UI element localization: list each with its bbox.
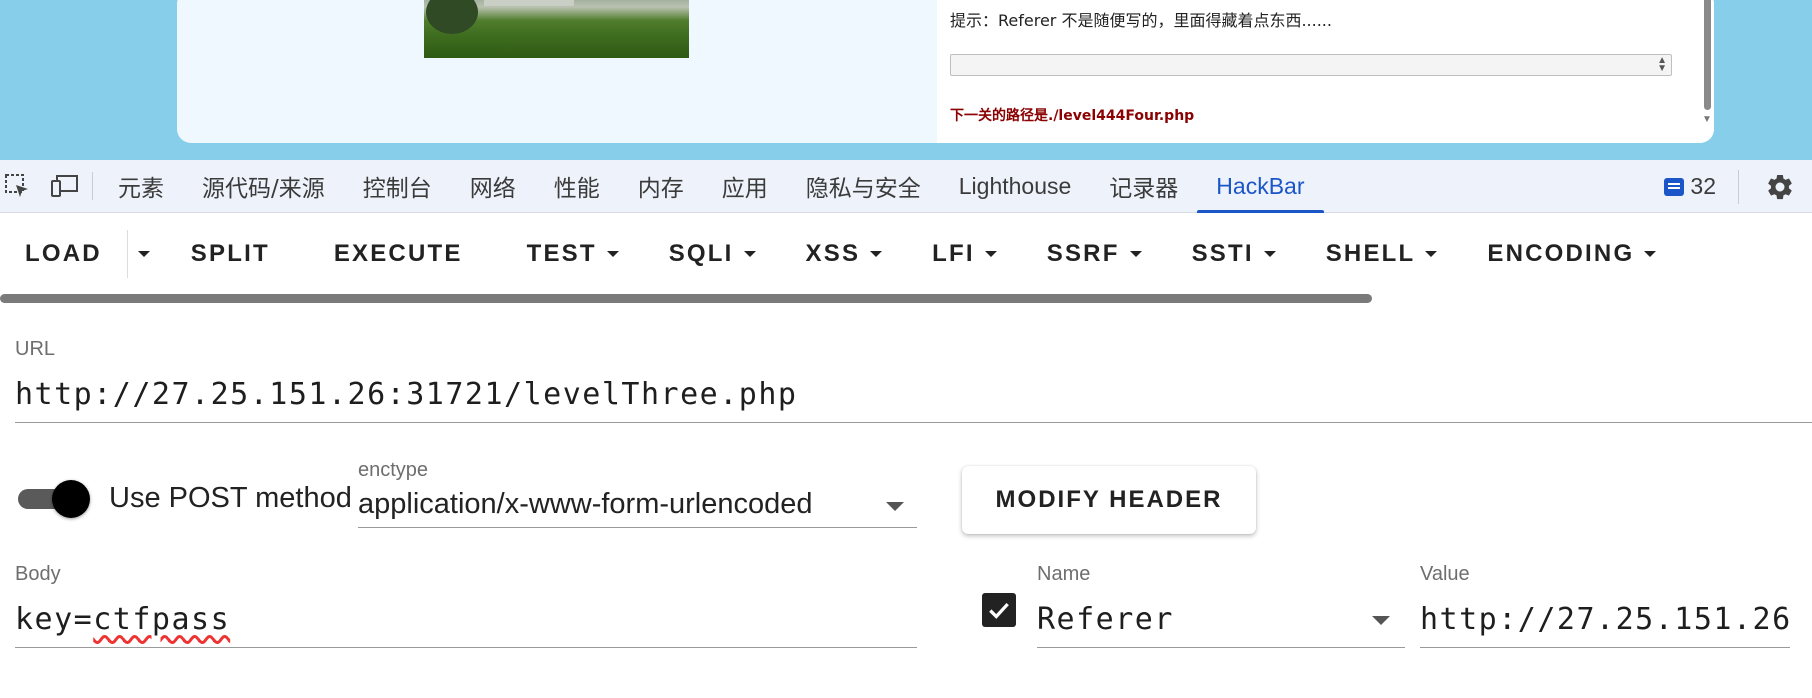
caret-down-icon	[606, 251, 619, 257]
tab-elements[interactable]: 元素	[99, 160, 183, 213]
spinner-arrows-icon: ▲ ▼	[1657, 55, 1667, 74]
enctype-label: enctype	[358, 459, 429, 481]
body-value-text: ctfpass	[93, 602, 231, 637]
tab-recorder[interactable]: 记录器	[1090, 160, 1197, 213]
tab-network[interactable]: 网络	[451, 160, 535, 213]
body-label: Body	[15, 563, 61, 585]
sqli-menu-button[interactable]: SQLI	[644, 230, 781, 278]
header-enabled-checkbox[interactable]	[982, 593, 1016, 627]
url-label: URL	[15, 338, 56, 360]
page-photo	[424, 0, 689, 58]
checkmark-icon	[989, 602, 1009, 619]
tab-performance[interactable]: 性能	[535, 160, 619, 213]
header-value-input[interactable]: http://27.25.151.26:31721/	[1420, 594, 1790, 638]
test-menu-button[interactable]: TEST	[488, 230, 644, 278]
header-name-select[interactable]: Referer	[1037, 602, 1174, 637]
scroll-down-icon[interactable]: ▼	[1702, 114, 1712, 125]
hint-panel: 提示：Referer 不是随便写的，里面得藏着点东西...... ▲ ▼ 下一关的…	[937, 0, 1714, 143]
lfi-menu-button[interactable]: LFI	[907, 230, 1022, 278]
next-path-text: 下一关的路径是./level444Four.php	[950, 108, 1195, 124]
tab-console[interactable]: 控制台	[344, 160, 451, 213]
execute-button[interactable]: EXECUTE	[295, 230, 488, 278]
tab-sources[interactable]: 源代码/来源	[183, 160, 344, 213]
header-value-label: Value	[1420, 563, 1470, 585]
tab-memory[interactable]: 内存	[619, 160, 703, 213]
caret-down-icon	[984, 251, 997, 257]
page-viewport: 提示：Referer 不是随便写的，里面得藏着点东西...... ▲ ▼ 下一关的…	[0, 0, 1812, 160]
caret-down-icon	[1129, 251, 1142, 257]
encoding-menu-button[interactable]: ENCODING	[1462, 230, 1681, 278]
page-scrollbar[interactable]: ▼	[1702, 0, 1712, 125]
header-value-text: http://27.25.151.26:31721/	[1420, 602, 1790, 637]
ssti-menu-button[interactable]: SSTI	[1167, 230, 1301, 278]
caret-down-icon	[870, 251, 883, 257]
post-method-toggle[interactable]	[18, 480, 90, 518]
xss-menu-button[interactable]: XSS	[781, 230, 908, 278]
caret-down-icon	[1263, 251, 1276, 257]
caret-down-icon	[1425, 251, 1438, 257]
settings-gear-icon[interactable]	[1738, 169, 1798, 204]
url-input[interactable]: http://27.25.151.26:31721/levelThree.php	[15, 377, 797, 412]
modify-header-button[interactable]: MODIFY HEADER	[962, 466, 1256, 534]
inspect-element-icon[interactable]	[2, 171, 32, 201]
tab-hackbar[interactable]: HackBar	[1197, 160, 1324, 213]
split-button[interactable]: SPLIT	[161, 230, 295, 278]
content-card: 提示：Referer 不是随便写的，里面得藏着点东西...... ▲ ▼ 下一关的…	[177, 0, 1714, 143]
enctype-dropdown-icon[interactable]	[886, 502, 904, 511]
shell-menu-button[interactable]: SHELL	[1301, 230, 1463, 278]
issues-count: 32	[1690, 173, 1716, 199]
device-toolbar-icon[interactable]	[50, 171, 80, 201]
post-method-label: Use POST method	[109, 482, 352, 514]
caret-down-icon	[1644, 251, 1657, 257]
hackbar-toolbar: LOAD SPLIT EXECUTE TEST SQLI XSS LFI SSR…	[0, 214, 1812, 294]
toolbar-scrollbar[interactable]	[0, 294, 1372, 303]
caret-down-icon	[138, 251, 151, 257]
enctype-select[interactable]: application/x-www-form-urlencoded	[358, 488, 813, 521]
issues-counter[interactable]: 32	[1664, 173, 1738, 200]
devtools-tab-bar: 元素 源代码/来源 控制台 网络 性能 内存 应用 隐私与安全 Lighthou…	[0, 160, 1812, 213]
tab-privacy-security[interactable]: 隐私与安全	[787, 160, 940, 213]
hint-text: 提示：Referer 不是随便写的，里面得藏着点东西......	[950, 11, 1332, 30]
load-button[interactable]: LOAD	[0, 230, 127, 278]
message-icon	[1664, 177, 1685, 196]
page-select[interactable]: ▲ ▼	[950, 54, 1672, 76]
header-name-dropdown-icon[interactable]	[1372, 616, 1390, 625]
body-input[interactable]: key=ctfpass	[15, 602, 230, 637]
header-name-label: Name	[1037, 563, 1091, 585]
load-dropdown-button[interactable]	[126, 230, 161, 278]
ssrf-menu-button[interactable]: SSRF	[1022, 230, 1167, 278]
tab-lighthouse[interactable]: Lighthouse	[940, 160, 1091, 213]
caret-down-icon	[743, 251, 756, 257]
tab-application[interactable]: 应用	[703, 160, 787, 213]
